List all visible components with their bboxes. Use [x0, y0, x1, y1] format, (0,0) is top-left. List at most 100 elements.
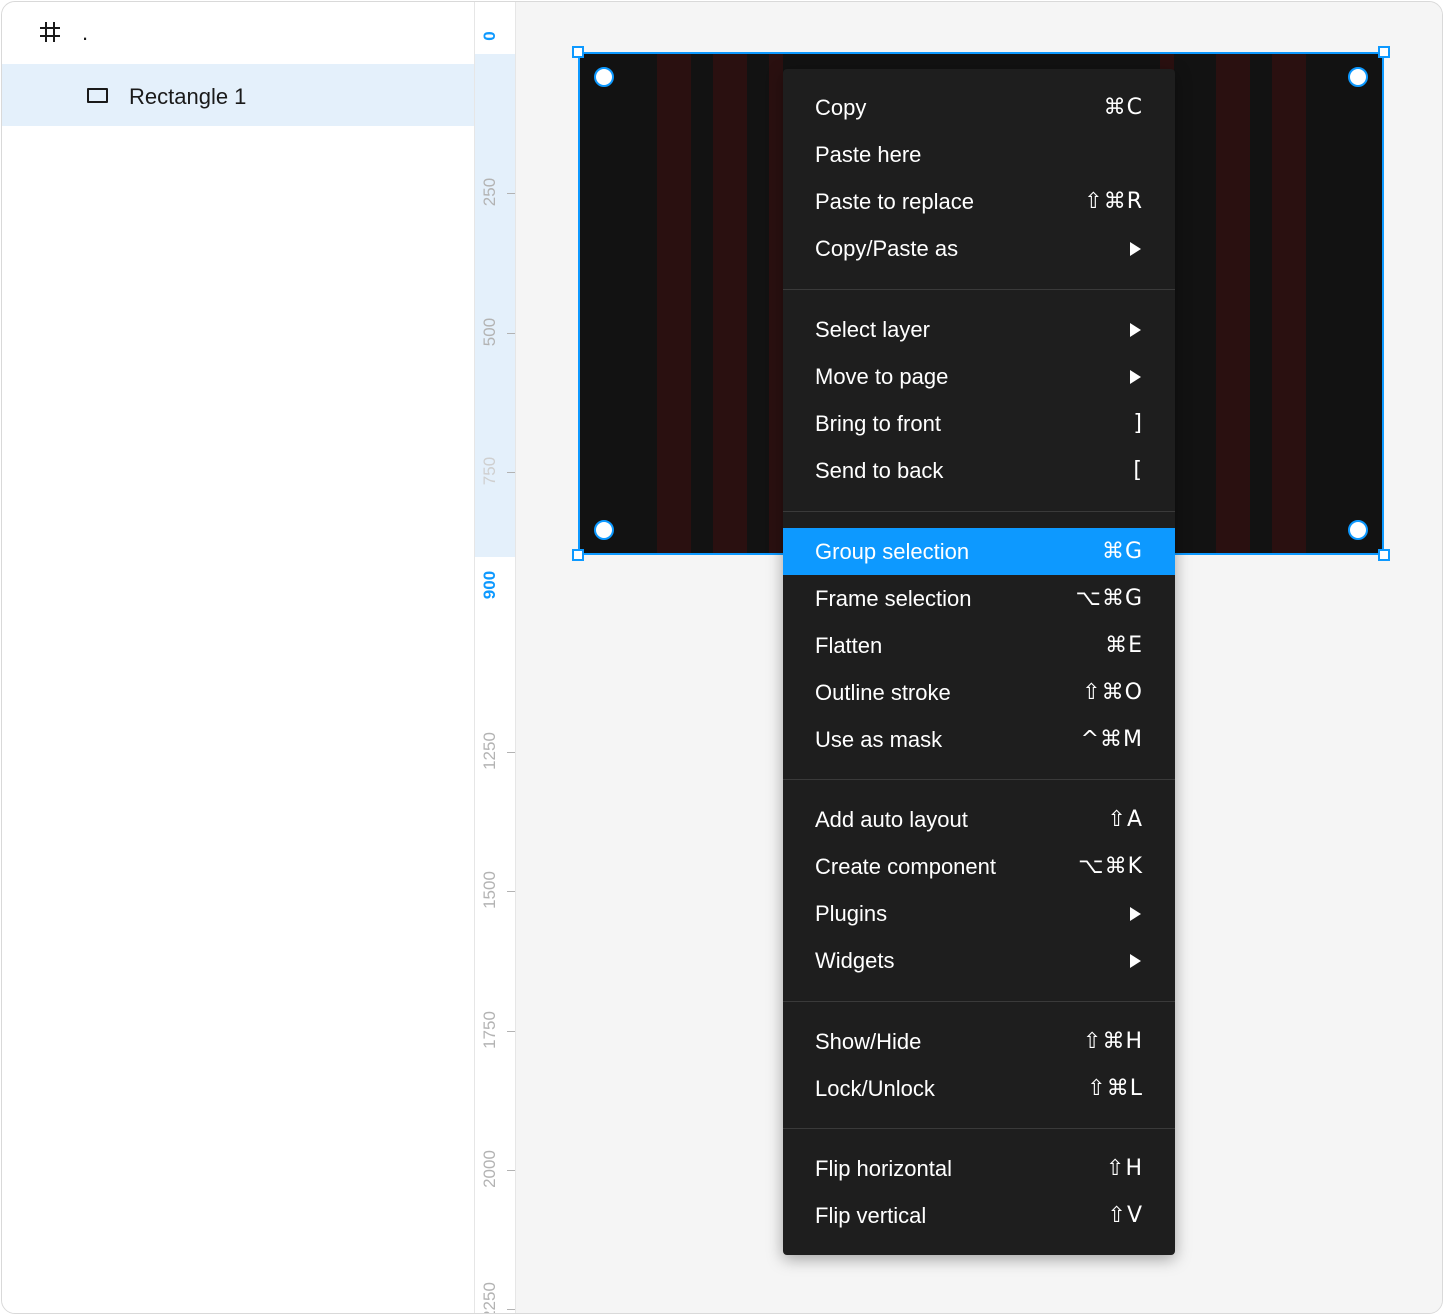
menu-item-copy-paste-as[interactable]: Copy/Paste as	[783, 225, 1175, 272]
menu-item-send-to-back[interactable]: Send to back [	[783, 447, 1175, 494]
menu-item-select-layer[interactable]: Select layer	[783, 306, 1175, 353]
menu-item-shortcut: ⌘E	[1105, 633, 1143, 658]
menu-item-label: Send to back	[815, 458, 944, 483]
ruler-label: 1750	[480, 1011, 499, 1049]
layers-panel: . Rectangle 1	[2, 2, 475, 1313]
menu-item-shortcut: ⇧V	[1107, 1203, 1143, 1228]
ruler-label: 1500	[480, 871, 499, 909]
menu-item-shortcut: ⇧⌘H	[1083, 1029, 1143, 1054]
ruler-tick	[507, 1309, 515, 1310]
menu-item-label: Move to page	[815, 364, 949, 389]
ruler-label: 500	[480, 317, 499, 347]
menu-item-label: Copy	[815, 95, 867, 120]
ruler-label: 2000	[480, 1150, 499, 1188]
menu-item-label: Create component	[815, 854, 996, 879]
menu-separator	[783, 1128, 1175, 1129]
frame-layer-name: .	[82, 20, 89, 45]
menu-item-bring-to-front[interactable]: Bring to front ]	[783, 400, 1175, 447]
menu-item-flatten[interactable]: Flatten ⌘E	[783, 622, 1175, 669]
menu-item-add-auto-layout[interactable]: Add auto layout ⇧A	[783, 796, 1175, 843]
menu-item-label: Bring to front	[815, 411, 941, 436]
menu-item-shortcut: ⇧H	[1106, 1156, 1143, 1181]
menu-item-label: Add auto layout	[815, 807, 968, 832]
ruler-tick	[507, 1031, 515, 1032]
menu-separator	[783, 1001, 1175, 1002]
resize-handle-top-left[interactable]	[572, 46, 584, 58]
menu-item-use-as-mask[interactable]: Use as mask ^⌘M	[783, 716, 1175, 763]
menu-item-shortcut: [	[1133, 458, 1143, 483]
menu-item-move-to-page[interactable]: Move to page	[783, 353, 1175, 400]
menu-item-label: Use as mask	[815, 727, 943, 752]
submenu-arrow-icon	[1130, 370, 1141, 384]
layer-row-frame[interactable]: .	[2, 2, 474, 64]
menu-item-label: Flip horizontal	[815, 1156, 952, 1181]
menu-item-outline-stroke[interactable]: Outline stroke ⇧⌘O	[783, 669, 1175, 716]
corner-radius-handle[interactable]	[594, 67, 614, 87]
menu-item-plugins[interactable]: Plugins	[783, 890, 1175, 937]
submenu-arrow-icon	[1130, 954, 1141, 968]
ruler-label: 1250	[480, 732, 499, 770]
menu-item-shortcut: ⌥⌘G	[1075, 586, 1143, 611]
ruler-label: 2250	[480, 1282, 499, 1314]
menu-item-flip-horizontal[interactable]: Flip horizontal ⇧H	[783, 1145, 1175, 1192]
ruler-label: 900	[480, 570, 499, 600]
ruler-label: 250	[480, 177, 499, 207]
submenu-arrow-icon	[1130, 242, 1141, 256]
menu-item-label: Show/Hide	[815, 1029, 922, 1054]
frame-hash-icon	[40, 22, 60, 42]
ruler-tick	[507, 1170, 515, 1171]
ruler-label: 0	[480, 31, 499, 41]
menu-item-label: Plugins	[815, 901, 888, 926]
menu-item-create-component[interactable]: Create component ⌥⌘K	[783, 843, 1175, 890]
menu-separator	[783, 289, 1175, 290]
menu-item-shortcut: ⇧⌘O	[1082, 680, 1143, 705]
menu-item-label: Outline stroke	[815, 680, 951, 705]
menu-item-shortcut: ⇧⌘L	[1087, 1076, 1143, 1101]
menu-separator	[783, 779, 1175, 780]
resize-handle-bottom-right[interactable]	[1378, 549, 1390, 561]
menu-item-label: Widgets	[815, 948, 895, 973]
resize-handle-top-right[interactable]	[1378, 46, 1390, 58]
ruler-tick	[507, 472, 515, 473]
menu-item-shortcut: ⌘G	[1101, 539, 1143, 564]
menu-item-label: Lock/Unlock	[815, 1076, 935, 1101]
menu-item-paste-here[interactable]: Paste here	[783, 131, 1175, 178]
resize-handle-bottom-left[interactable]	[572, 549, 584, 561]
menu-separator	[783, 511, 1175, 512]
menu-item-group-selection[interactable]: Group selection ⌘G	[783, 528, 1175, 575]
menu-item-show-hide[interactable]: Show/Hide ⇧⌘H	[783, 1018, 1175, 1065]
menu-item-shortcut: ]	[1133, 411, 1143, 436]
rectangle-icon	[87, 88, 108, 103]
menu-item-label: Paste here	[815, 142, 922, 167]
menu-item-flip-vertical[interactable]: Flip vertical ⇧V	[783, 1192, 1175, 1239]
menu-item-shortcut: ⌘C	[1103, 95, 1143, 120]
menu-item-label: Group selection	[815, 539, 970, 564]
submenu-arrow-icon	[1130, 323, 1141, 337]
ruler-label: 750	[480, 456, 499, 486]
context-menu: Copy ⌘C Paste here Paste to replace ⇧⌘R …	[783, 69, 1175, 1255]
menu-item-shortcut: ^⌘M	[1080, 727, 1143, 752]
ruler-tick	[507, 752, 515, 753]
menu-item-label: Flip vertical	[815, 1203, 927, 1228]
menu-item-paste-to-replace[interactable]: Paste to replace ⇧⌘R	[783, 178, 1175, 225]
submenu-arrow-icon	[1130, 907, 1141, 921]
vertical-ruler: 0 250 500 750 900 1250 1500 1750 2000 22…	[475, 2, 516, 1313]
ruler-tick	[507, 193, 515, 194]
menu-item-widgets[interactable]: Widgets	[783, 937, 1175, 984]
menu-item-label: Frame selection	[815, 586, 972, 611]
menu-item-shortcut: ⇧⌘R	[1084, 189, 1143, 214]
menu-item-frame-selection[interactable]: Frame selection ⌥⌘G	[783, 575, 1175, 622]
menu-item-shortcut: ⇧A	[1107, 807, 1143, 832]
ruler-tick	[507, 333, 515, 334]
corner-radius-handle[interactable]	[1348, 520, 1368, 540]
corner-radius-handle[interactable]	[1348, 67, 1368, 87]
menu-item-label: Copy/Paste as	[815, 236, 959, 261]
ruler-tick	[507, 891, 515, 892]
menu-item-lock-unlock[interactable]: Lock/Unlock ⇧⌘L	[783, 1065, 1175, 1112]
menu-item-copy[interactable]: Copy ⌘C	[783, 84, 1175, 131]
corner-radius-handle[interactable]	[594, 520, 614, 540]
menu-item-shortcut: ⌥⌘K	[1078, 854, 1143, 879]
rectangle-layer-name: Rectangle 1	[129, 84, 247, 109]
menu-item-label: Flatten	[815, 633, 883, 658]
menu-item-label: Select layer	[815, 317, 930, 342]
